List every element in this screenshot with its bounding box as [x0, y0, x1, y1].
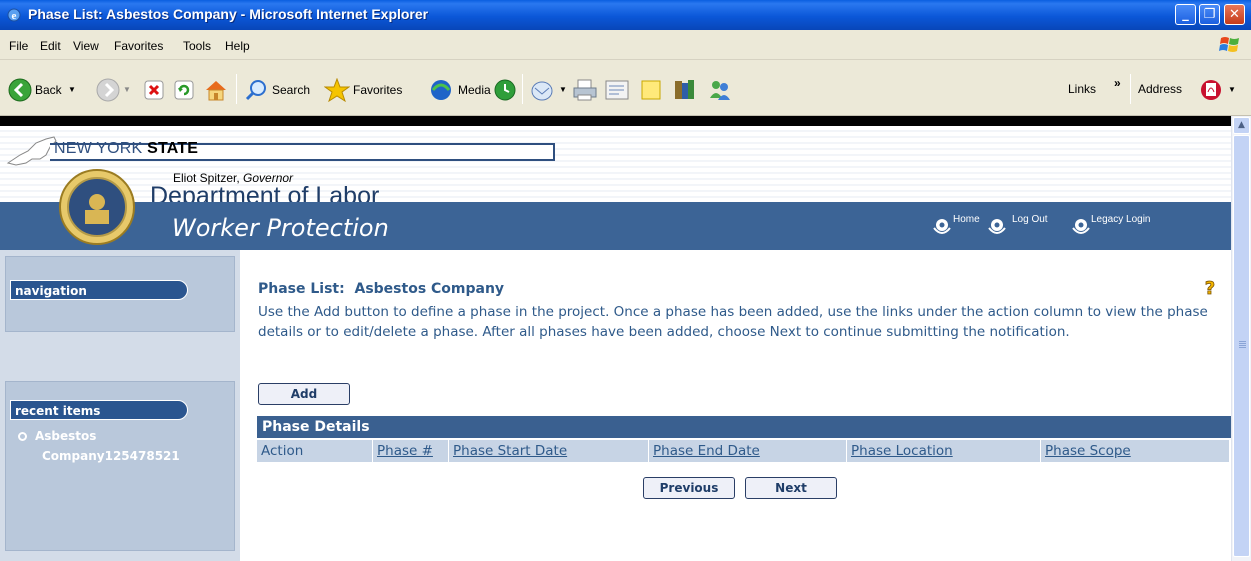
links-label[interactable]: Links — [1068, 77, 1096, 101]
menu-favorites[interactable]: Favorites — [114, 39, 163, 53]
edit-icon — [605, 80, 629, 100]
add-button[interactable]: Add — [258, 383, 350, 405]
discuss-button[interactable] — [639, 77, 663, 101]
messenger-icon — [710, 80, 730, 100]
home-icon — [206, 80, 226, 101]
home-link-icon — [933, 219, 951, 234]
window-title-bar[interactable]: e Phase List: Asbestos Company - Microso… — [0, 0, 1251, 30]
window-title: Phase List: Asbestos Company - Microsoft… — [28, 6, 429, 22]
favorites-button[interactable]: Favorites — [323, 77, 403, 102]
media-label: Media — [458, 82, 491, 97]
search-label: Search — [272, 82, 311, 97]
back-button[interactable]: Back ▼ — [8, 77, 76, 102]
column-phase-location[interactable]: Phase Location — [847, 440, 1041, 462]
print-button[interactable] — [572, 77, 598, 101]
ie-icon: e — [7, 8, 21, 22]
site-header: NEW YORK STATE Eliot Spitzer, Governor D… — [0, 126, 1231, 210]
help-icon[interactable]: ? — [1202, 278, 1218, 298]
page-top-strip — [0, 116, 1231, 126]
pdf-icon — [1201, 79, 1221, 100]
back-arrow-icon — [8, 78, 32, 102]
maximize-button[interactable]: ❐ — [1199, 4, 1220, 25]
favorites-star-icon — [323, 77, 351, 102]
history-button[interactable] — [493, 77, 517, 101]
mail-dropdown-icon[interactable]: ▼ — [559, 85, 567, 94]
main-content: Phase List: Asbestos Company ? Use the A… — [240, 250, 1231, 561]
windows-logo-icon — [1219, 37, 1239, 52]
column-phase-number[interactable]: Phase # — [373, 440, 449, 462]
menu-edit[interactable]: Edit — [40, 39, 61, 53]
history-icon — [494, 79, 516, 101]
legacy-login-link-icon — [1072, 219, 1090, 234]
page-title: Phase List: Asbestos Company — [258, 281, 505, 297]
minimize-button[interactable]: _ — [1175, 4, 1196, 25]
division-title: Worker Protection — [172, 214, 389, 242]
logout-link-icon — [988, 219, 1006, 234]
print-icon — [573, 79, 597, 101]
column-phase-scope[interactable]: Phase Scope — [1041, 440, 1229, 462]
links-chevron-icon[interactable]: » — [1114, 71, 1121, 95]
close-button[interactable]: ✕ — [1224, 4, 1245, 25]
recent-items-header: recent items — [10, 400, 188, 420]
vertical-scrollbar[interactable]: ▲ — [1231, 116, 1251, 561]
research-icon — [675, 79, 694, 99]
back-label: Back — [35, 82, 62, 97]
back-dropdown-icon[interactable]: ▼ — [68, 85, 76, 94]
left-sidebar: navigation recent items Asbestos Company… — [0, 250, 240, 561]
search-icon — [245, 79, 266, 100]
state-name: NEW YORK STATE — [54, 140, 199, 157]
home-button[interactable] — [203, 77, 229, 101]
svg-text:?: ? — [1205, 278, 1215, 298]
refresh-icon — [174, 80, 194, 100]
stop-button[interactable] — [143, 77, 165, 101]
refresh-button[interactable] — [173, 77, 195, 101]
forward-dropdown-icon[interactable]: ▼ — [123, 85, 131, 94]
menu-view[interactable]: View — [73, 39, 99, 53]
research-button[interactable] — [672, 77, 698, 101]
stop-icon — [144, 80, 164, 100]
ny-seal-icon — [59, 169, 135, 245]
search-button[interactable]: Search — [245, 77, 310, 101]
scroll-up-button[interactable]: ▲ — [1233, 117, 1250, 134]
navigation-header: navigation — [10, 280, 188, 300]
column-phase-end-date[interactable]: Phase End Date — [649, 440, 847, 462]
mail-icon — [531, 81, 553, 101]
messenger-button[interactable] — [707, 77, 733, 101]
bullet-icon — [18, 432, 27, 441]
pdf-button[interactable]: ▼ — [1199, 77, 1236, 101]
menu-file[interactable]: File — [9, 39, 28, 53]
recent-item-link[interactable]: Asbestos — [18, 426, 96, 446]
next-button[interactable]: Next — [745, 477, 837, 499]
favorites-label: Favorites — [353, 82, 403, 97]
scroll-thumb[interactable] — [1233, 135, 1250, 557]
phase-table-header: Action Phase # Phase Start Date Phase En… — [257, 440, 1229, 462]
discuss-icon — [641, 80, 661, 100]
svg-text:e: e — [12, 10, 17, 22]
mail-button[interactable]: ▼ — [530, 77, 567, 101]
scroll-grip — [1239, 341, 1246, 349]
menu-tools[interactable]: Tools — [183, 39, 211, 53]
browser-toolbar: Back ▼ ▼ Search Favorites Media ▼ Links … — [0, 60, 1251, 116]
phase-details-header: Phase Details — [257, 416, 1231, 438]
column-phase-start-date[interactable]: Phase Start Date — [449, 440, 649, 462]
menu-help[interactable]: Help — [225, 39, 250, 53]
web-page: NEW YORK STATE Eliot Spitzer, Governor D… — [0, 116, 1231, 561]
media-icon — [431, 79, 451, 100]
forward-arrow-icon — [96, 78, 120, 102]
address-label[interactable]: Address — [1138, 77, 1182, 101]
menu-bar: File Edit View Favorites Tools Help — [0, 30, 1251, 60]
pdf-dropdown-icon[interactable]: ▼ — [1228, 85, 1236, 94]
previous-button[interactable]: Previous — [643, 477, 735, 499]
forward-button[interactable]: ▼ — [96, 77, 131, 102]
edit-button[interactable] — [604, 77, 630, 101]
media-button[interactable]: Media — [429, 77, 491, 101]
column-action: Action — [257, 440, 373, 462]
instructions-text: Use the Add button to define a phase in … — [258, 304, 1208, 340]
recent-item-link-continued[interactable]: Company125478521 — [42, 446, 180, 466]
